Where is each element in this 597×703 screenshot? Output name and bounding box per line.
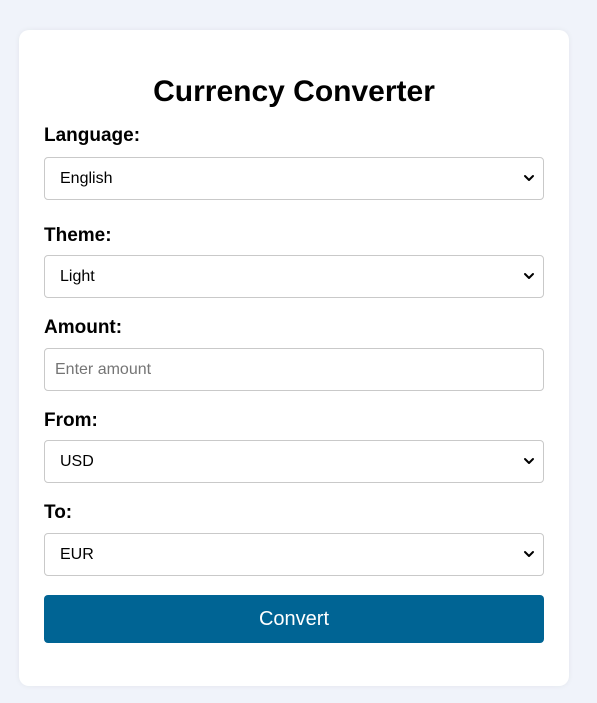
chevron-down-icon bbox=[524, 273, 534, 279]
from-currency-select[interactable]: USD bbox=[44, 440, 544, 483]
converter-card: Currency Converter Language: English The… bbox=[19, 30, 569, 686]
theme-select-value: Light bbox=[60, 268, 95, 285]
theme-label: Theme: bbox=[44, 225, 112, 246]
amount-input-placeholder: Enter amount bbox=[55, 361, 152, 378]
language-label: Language: bbox=[44, 125, 141, 146]
page-title: Currency Converter bbox=[153, 75, 435, 108]
language-select[interactable]: English bbox=[44, 157, 544, 200]
amount-label: Amount: bbox=[44, 317, 123, 338]
amount-field: Amount: Enter amount bbox=[44, 316, 544, 391]
chevron-down-icon bbox=[524, 175, 534, 181]
from-label: From: bbox=[44, 410, 98, 431]
to-currency-select[interactable]: EUR bbox=[44, 533, 544, 576]
chevron-down-icon bbox=[524, 458, 534, 464]
amount-input[interactable]: Enter amount bbox=[44, 348, 544, 391]
to-field: To: EUR bbox=[44, 501, 544, 576]
chevron-down-icon bbox=[524, 551, 534, 557]
from-currency-value: USD bbox=[60, 453, 94, 470]
theme-select[interactable]: Light bbox=[44, 255, 544, 298]
language-select-value: English bbox=[60, 170, 113, 187]
to-label: To: bbox=[44, 502, 73, 523]
from-field: From: USD bbox=[44, 409, 544, 483]
convert-button[interactable]: Convert bbox=[44, 595, 544, 643]
to-currency-value: EUR bbox=[60, 546, 94, 563]
theme-field: Theme: Light bbox=[44, 224, 544, 298]
language-field: Language: English bbox=[44, 124, 544, 200]
